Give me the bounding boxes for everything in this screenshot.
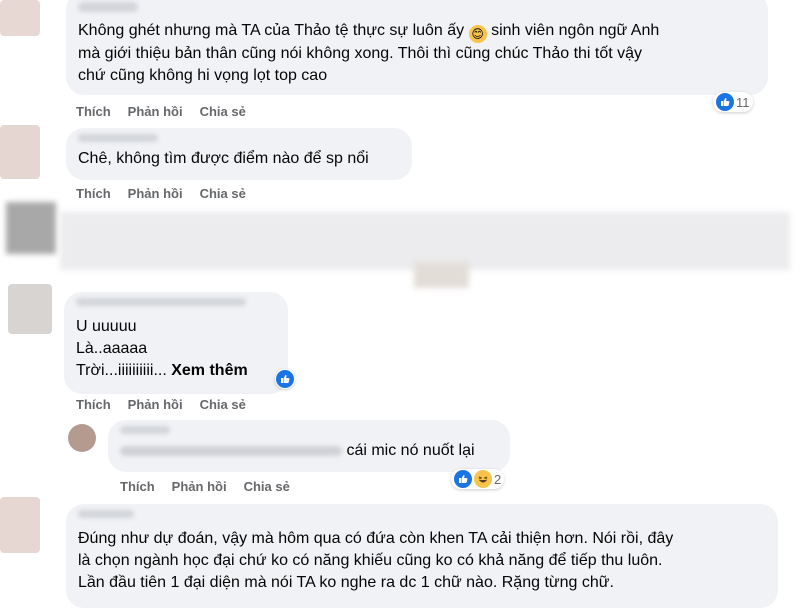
reaction-count: 11	[736, 94, 750, 110]
comment-text: chứ cũng không hi vọng lọt top cao	[78, 67, 328, 84]
avatar[interactable]	[0, 497, 40, 553]
reply-button[interactable]: Phản hồi	[172, 479, 227, 494]
commenter-name-blurred[interactable]	[78, 134, 158, 142]
comment-bubble: cái mic nó nuốt lại	[108, 420, 510, 472]
avatar[interactable]	[68, 424, 96, 452]
blurred-avatar	[414, 262, 469, 288]
comment-actions: Thích Phản hồi Chia sẻ	[76, 397, 246, 412]
blurred-avatar	[6, 202, 56, 254]
comment-bubble: U uuuuu Là..aaaaa Trời...iiiiiiiiii... X…	[64, 292, 288, 394]
comment-text: Chê, không tìm được điểm nào để sp nổi	[78, 150, 369, 167]
comment-text: là chọn ngành học đại chứ ko có năng khi…	[78, 552, 663, 569]
commenter-name-blurred[interactable]	[120, 426, 170, 434]
reply-button[interactable]: Phản hồi	[128, 186, 183, 201]
reaction-count: 2	[494, 471, 502, 487]
comment-text: Trời...iiiiiiiiii...	[76, 362, 167, 379]
like-button[interactable]: Thích	[76, 186, 111, 201]
commenter-name-blurred[interactable]	[78, 2, 138, 12]
share-button[interactable]: Chia sẻ	[200, 186, 246, 201]
comment-actions: Thích Phản hồi Chia sẻ	[120, 479, 290, 494]
reply-button[interactable]: Phản hồi	[128, 397, 183, 412]
comment-text: Là..aaaaa	[76, 340, 148, 357]
smile-emoji-icon: 😊	[468, 25, 487, 43]
like-button[interactable]: Thích	[76, 397, 111, 412]
like-icon	[716, 93, 734, 111]
avatar[interactable]	[0, 0, 40, 36]
avatar[interactable]	[8, 284, 52, 334]
comment-text: Lần đầu tiên 1 đại diện mà nói TA ko ngh…	[78, 574, 614, 591]
reaction-summary[interactable]: 11	[713, 92, 753, 112]
comment-bubble: Đúng như dự đoán, vậy mà hôm qua có đứa …	[66, 504, 778, 608]
like-button[interactable]: Thích	[120, 479, 155, 494]
comment-text: Đúng như dự đoán, vậy mà hôm qua có đứa …	[78, 530, 674, 547]
comment-actions: Thích Phản hồi Chia sẻ	[76, 186, 246, 201]
like-icon	[276, 370, 294, 388]
like-icon	[454, 470, 472, 488]
comment-text: sinh viên ngôn ngữ Anh	[491, 22, 660, 39]
like-button[interactable]: Thích	[76, 104, 111, 119]
share-button[interactable]: Chia sẻ	[244, 479, 290, 494]
share-button[interactable]: Chia sẻ	[200, 104, 246, 119]
comment-text: Không ghét nhưng mà TA của Thảo tệ thực …	[78, 22, 465, 39]
share-button[interactable]: Chia sẻ	[200, 397, 246, 412]
comment-text: cái mic nó nuốt lại	[346, 442, 475, 459]
reaction-summary[interactable]	[275, 369, 295, 389]
comment-actions: Thích Phản hồi Chia sẻ	[76, 104, 246, 119]
comment-bubble: Chê, không tìm được điểm nào để sp nổi	[66, 128, 412, 180]
see-more-link[interactable]: Xem thêm	[171, 362, 247, 379]
commenter-name-blurred[interactable]	[76, 298, 246, 306]
reply-button[interactable]: Phản hồi	[128, 104, 183, 119]
comment-bubble: Không ghét nhưng mà TA của Thảo tệ thực …	[66, 0, 768, 95]
comment-text: U uuuuu	[76, 318, 137, 335]
haha-icon	[474, 470, 492, 488]
reaction-summary[interactable]: 2	[451, 469, 505, 489]
comment-text: mà giới thiệu bản thân cũng nói không xo…	[78, 45, 643, 62]
avatar[interactable]	[0, 125, 40, 179]
blurred-text	[120, 445, 342, 456]
commenter-name-blurred[interactable]	[78, 510, 134, 518]
